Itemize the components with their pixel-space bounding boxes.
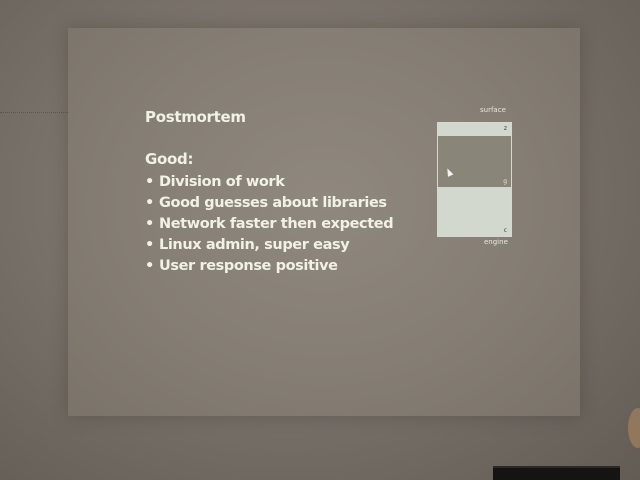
bullet-text: Good guesses about libraries (159, 195, 387, 211)
segment-mark: c (503, 227, 507, 234)
bullet-dot: • (145, 174, 154, 190)
slide-subheading: Good: (145, 150, 194, 168)
diagram-label-surface: surface (480, 106, 506, 114)
list-item: • Linux admin, super easy (145, 235, 393, 256)
bullet-list: • Division of work • Good guesses about li… (145, 172, 394, 277)
bullet-text: Linux admin, super easy (159, 237, 350, 253)
bullet-dot: • (145, 195, 154, 211)
list-item: • Division of work (145, 172, 393, 193)
bullet-dot: • (145, 216, 154, 232)
bullet-dot: • (145, 237, 154, 253)
diagram-segment-middle: g (438, 136, 511, 187)
segment-mark: g (503, 178, 507, 185)
bullet-text: Division of work (159, 174, 285, 190)
diagram-segment-bottom: c (438, 187, 511, 236)
segment-mark: z (503, 125, 507, 132)
projector-device (493, 466, 620, 480)
list-item: • Good guesses about libraries (145, 193, 393, 214)
bullet-text: User response positive (159, 258, 338, 274)
bullet-dot: • (145, 258, 154, 274)
slide-title: Postmortem (145, 108, 246, 126)
list-item: • User response positive (145, 256, 393, 277)
diagram-segment-top: z (438, 123, 511, 136)
bullet-text: Network faster then expected (159, 216, 394, 232)
diagram-label-engine: engine (484, 238, 508, 246)
layer-diagram: z g c (437, 122, 512, 237)
list-item: • Network faster then expected (145, 214, 394, 235)
